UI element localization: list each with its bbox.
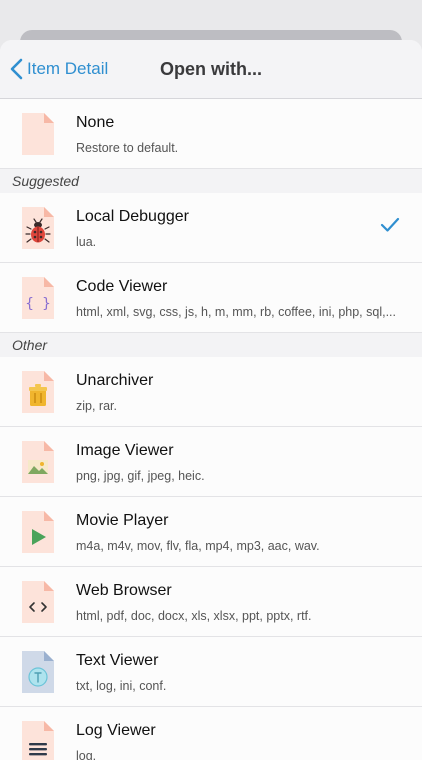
item-title: Local Debugger xyxy=(76,208,189,225)
item-subtitle: m4a, m4v, mov, flv, fla, mp4, mp3, aac, … xyxy=(76,539,320,553)
curly-braces-icon: { } xyxy=(22,277,54,324)
item-subtitle: html, pdf, doc, docx, xls, xlsx, ppt, pp… xyxy=(76,609,312,623)
bug-icon xyxy=(22,207,54,254)
section-header-other: Other xyxy=(0,333,422,357)
archive-icon xyxy=(22,371,54,418)
list-item-movie-player[interactable]: Movie Player m4a, m4v, mov, flv, fla, mp… xyxy=(0,497,422,567)
item-title: Log Viewer xyxy=(76,722,156,739)
page-title: Open with... xyxy=(160,58,262,79)
open-with-sheet: Item Detail Open with... None Restore to… xyxy=(0,40,422,760)
blank-file-icon xyxy=(22,113,54,160)
svg-text:{ }: { } xyxy=(25,296,50,312)
lines-icon xyxy=(22,721,54,760)
item-title: Image Viewer xyxy=(76,442,174,459)
image-icon xyxy=(22,441,54,488)
text-icon xyxy=(22,651,54,698)
item-title: None xyxy=(76,114,115,131)
list-item-unarchiver[interactable]: Unarchiver zip, rar. xyxy=(0,357,422,427)
item-subtitle: log. xyxy=(76,749,97,760)
section-header-suggested: Suggested xyxy=(0,169,422,193)
play-icon xyxy=(22,511,54,558)
item-title: Text Viewer xyxy=(76,652,159,669)
item-subtitle: lua. xyxy=(76,235,97,249)
list-item-local-debugger[interactable]: Local Debugger lua. xyxy=(0,193,422,263)
navigation-bar: Item Detail Open with... xyxy=(0,40,422,99)
code-brackets-icon xyxy=(22,581,54,628)
item-title: Code Viewer xyxy=(76,278,168,295)
list-item-code-viewer[interactable]: { } Code Viewer html, xml, svg, css, js,… xyxy=(0,263,422,333)
list-item-web-browser[interactable]: Web Browser html, pdf, doc, docx, xls, x… xyxy=(0,567,422,637)
item-title: Unarchiver xyxy=(76,372,154,389)
item-subtitle: zip, rar. xyxy=(76,399,117,413)
item-title: Movie Player xyxy=(76,512,169,529)
list-item-log-viewer[interactable]: Log Viewer log. xyxy=(0,707,422,760)
item-title: Web Browser xyxy=(76,582,172,599)
checkmark-icon xyxy=(380,217,400,238)
item-subtitle: html, xml, svg, css, js, h, m, mm, rb, c… xyxy=(76,305,396,319)
item-subtitle: png, jpg, gif, jpeg, heic. xyxy=(76,469,205,483)
item-subtitle: Restore to default. xyxy=(76,141,179,155)
list-item-none[interactable]: None Restore to default. xyxy=(0,99,422,169)
item-subtitle: txt, log, ini, conf. xyxy=(76,679,167,693)
list-item-image-viewer[interactable]: Image Viewer png, jpg, gif, jpeg, heic. xyxy=(0,427,422,497)
list-item-text-viewer[interactable]: Text Viewer txt, log, ini, conf. xyxy=(0,637,422,707)
